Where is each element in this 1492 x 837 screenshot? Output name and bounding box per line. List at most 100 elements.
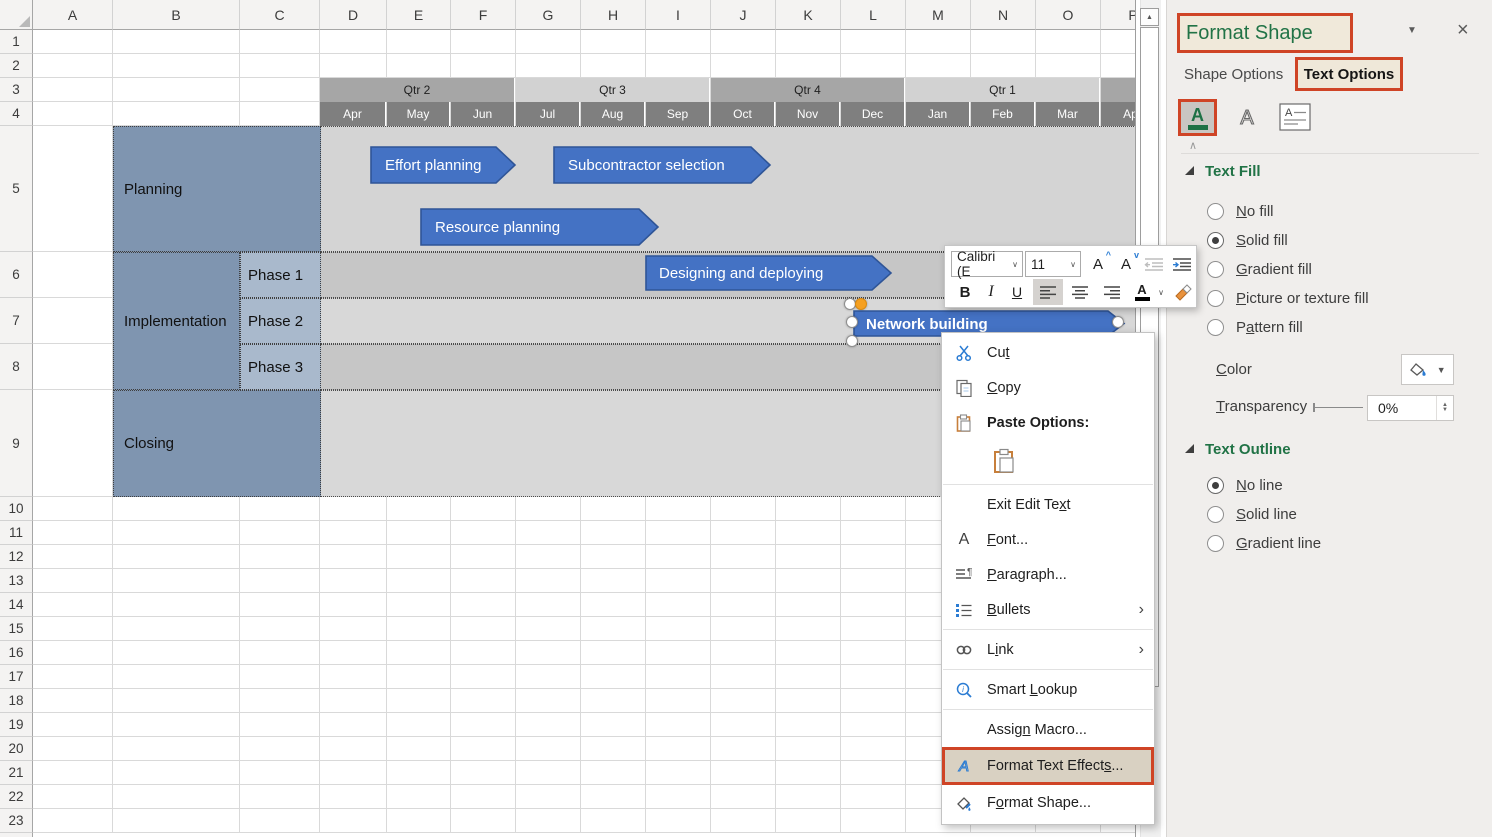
month-cell[interactable]: Nov <box>776 102 840 126</box>
column-header-J[interactable]: J <box>711 0 776 30</box>
row-header-17[interactable]: 17 <box>0 665 33 689</box>
column-header-H[interactable]: H <box>581 0 646 30</box>
quarter-cell[interactable]: Qtr 1 <box>906 78 1100 102</box>
row-header-5[interactable]: 5 <box>0 126 33 252</box>
text-fill-outline-icon[interactable]: A <box>1178 99 1217 136</box>
gantt-cell-phase2[interactable]: Phase 2 <box>240 298 321 344</box>
menu-item-exit-edit-text[interactable]: Exit Edit Text <box>942 487 1154 522</box>
menu-item-format-text-effects[interactable]: A Format Text Effects... <box>942 747 1154 785</box>
color-picker-button[interactable]: ▼ <box>1401 354 1454 385</box>
row-header-21[interactable]: 21 <box>0 761 33 785</box>
transparency-slider[interactable] <box>1313 407 1363 408</box>
task-bar-resource-planning[interactable]: Resource planning <box>420 208 660 246</box>
month-cell[interactable]: Oct <box>711 102 775 126</box>
row-header-8[interactable]: 8 <box>0 344 33 390</box>
text-fill-header[interactable]: Text Fill <box>1205 163 1261 180</box>
month-cell[interactable]: Dec <box>841 102 905 126</box>
radio-solid-line[interactable]: Solid line <box>1207 502 1297 526</box>
collapse-triangle-icon[interactable] <box>1185 444 1194 453</box>
column-header-G[interactable]: G <box>516 0 581 30</box>
radio-solid-fill[interactable]: Solid fill <box>1207 228 1288 252</box>
gantt-cell-phase1[interactable]: Phase 1 <box>240 252 321 298</box>
chevron-down-icon[interactable]: ∨ <box>1070 260 1080 269</box>
menu-item-assign-macro[interactable]: Assign Macro... <box>942 712 1154 747</box>
increase-indent-button[interactable] <box>1169 251 1195 277</box>
format-painter-button[interactable] <box>1171 279 1195 305</box>
font-color-dropdown[interactable]: ∨ <box>1155 279 1167 305</box>
menu-item-cut[interactable]: Cut <box>942 335 1154 370</box>
textbox-icon[interactable]: A <box>1277 102 1313 132</box>
scroll-up-button[interactable]: ▲ <box>1140 8 1159 26</box>
align-right-button[interactable] <box>1097 279 1127 305</box>
row-header-13[interactable]: 13 <box>0 569 33 593</box>
row-header-1[interactable]: 1 <box>0 30 33 54</box>
radio-no-fill[interactable]: No fill <box>1207 199 1274 223</box>
row-header-2[interactable]: 2 <box>0 54 33 78</box>
shape-adjust-handle[interactable] <box>855 298 867 310</box>
row-header-12[interactable]: 12 <box>0 545 33 569</box>
text-outline-header[interactable]: Text Outline <box>1205 441 1291 458</box>
task-bar-designing-deploying[interactable]: Designing and deploying <box>645 255 893 291</box>
column-header-B[interactable]: B <box>113 0 240 30</box>
column-header-D[interactable]: D <box>320 0 387 30</box>
month-cell[interactable]: Feb <box>971 102 1035 126</box>
row-header-16[interactable]: 16 <box>0 641 33 665</box>
row-header-6[interactable]: 6 <box>0 252 33 298</box>
font-color-button[interactable]: A <box>1129 279 1155 305</box>
month-cell[interactable]: Aug <box>581 102 645 126</box>
quarter-cell[interactable]: Qtr 2 <box>320 78 515 102</box>
month-cell[interactable]: May <box>387 102 450 126</box>
month-cell[interactable]: Sep <box>646 102 710 126</box>
column-header-L[interactable]: L <box>841 0 906 30</box>
month-cell[interactable]: Mar <box>1036 102 1100 126</box>
shape-handle-bottom-left[interactable] <box>846 335 858 347</box>
column-header-K[interactable]: K <box>776 0 841 30</box>
row-header-3[interactable]: 3 <box>0 78 33 102</box>
align-left-button[interactable] <box>1033 279 1063 305</box>
row-header-24[interactable] <box>0 833 33 837</box>
row-header-14[interactable]: 14 <box>0 593 33 617</box>
row-header-9[interactable]: 9 <box>0 390 33 497</box>
decrease-indent-button[interactable] <box>1141 251 1167 277</box>
row-header-11[interactable]: 11 <box>0 521 33 545</box>
radio-gradient-fill[interactable]: Gradient fill <box>1207 257 1312 281</box>
pane-options-dropdown-icon[interactable]: ▼ <box>1407 25 1417 36</box>
row-header-10[interactable]: 10 <box>0 497 33 521</box>
menu-item-smart-lookup[interactable]: i Smart Lookup <box>942 672 1154 707</box>
paste-button[interactable] <box>990 446 1020 476</box>
pane-close-icon[interactable]: × <box>1457 19 1469 42</box>
row-header-4[interactable]: 4 <box>0 102 33 126</box>
font-size-combo[interactable]: 11 ∨ <box>1025 251 1081 277</box>
task-bar-subcontractor-selection[interactable]: Subcontractor selection <box>553 146 772 184</box>
bold-button[interactable]: B <box>953 279 977 305</box>
shrink-font-button[interactable]: Av <box>1113 251 1139 277</box>
radio-pattern-fill[interactable]: Pattern fill <box>1207 315 1303 339</box>
month-cell[interactable]: Apr <box>320 102 386 126</box>
gantt-cell-planning[interactable]: Planning <box>113 126 321 252</box>
column-header-O[interactable]: O <box>1036 0 1101 30</box>
task-bar-effort-planning[interactable]: Effort planning <box>370 146 517 184</box>
text-effects-icon[interactable]: A <box>1231 101 1263 133</box>
column-header-P[interactable]: P <box>1101 0 1136 30</box>
month-cell[interactable]: Jan <box>906 102 970 126</box>
row-header-15[interactable]: 15 <box>0 617 33 641</box>
align-center-button[interactable] <box>1065 279 1095 305</box>
quarter-cell[interactable]: Qtr 3 <box>516 78 710 102</box>
gantt-cell-phase3[interactable]: Phase 3 <box>240 344 321 390</box>
radio-picture-texture-fill[interactable]: Picture or texture fill <box>1207 286 1369 310</box>
underline-button[interactable]: U <box>1005 279 1029 305</box>
row-header-22[interactable]: 22 <box>0 785 33 809</box>
quarter-cell[interactable] <box>1101 78 1136 102</box>
menu-item-link[interactable]: Link › <box>942 632 1154 667</box>
italic-button[interactable]: I <box>979 279 1003 305</box>
quarter-cell[interactable]: Qtr 4 <box>711 78 905 102</box>
row-header-7[interactable]: 7 <box>0 298 33 344</box>
collapse-triangle-icon[interactable] <box>1185 166 1194 175</box>
transparency-input[interactable]: 0% ▲ ▼ <box>1367 395 1454 421</box>
column-header-C[interactable]: C <box>240 0 320 30</box>
font-name-combo[interactable]: Calibri (E ∨ <box>951 251 1023 277</box>
column-header-A[interactable]: A <box>33 0 113 30</box>
radio-no-line[interactable]: No line <box>1207 473 1283 497</box>
select-all-corner[interactable] <box>0 0 33 30</box>
shape-handle-left[interactable] <box>846 316 858 328</box>
